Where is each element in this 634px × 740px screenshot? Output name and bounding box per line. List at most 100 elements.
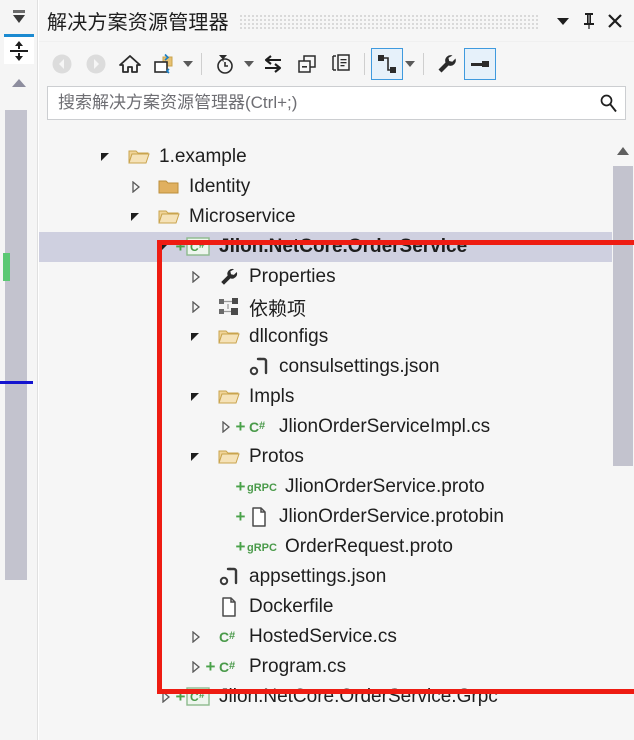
tree-expander[interactable] — [127, 172, 145, 202]
search-icon[interactable] — [597, 92, 619, 114]
split-view-button[interactable] — [4, 34, 34, 64]
chevron-expanded-icon — [101, 153, 109, 161]
tree-expander-placeholder — [217, 472, 235, 502]
scrollbar-change-marker — [3, 253, 10, 281]
json-file-icon — [219, 567, 238, 586]
tree-row[interactable]: + gRPC OrderRequest.proto — [39, 532, 612, 562]
close-button[interactable] — [602, 6, 628, 36]
chevron-down-icon — [244, 61, 254, 67]
tree-row[interactable]: + C # Jlion.NetCore.OrderService.Grpc — [39, 682, 612, 712]
tree-expander-placeholder — [217, 532, 235, 562]
folder-icon — [156, 172, 182, 202]
pending-changes-filter-button[interactable] — [208, 47, 242, 81]
preview-selected-items-button[interactable] — [464, 48, 496, 80]
search-bar[interactable] — [47, 86, 626, 120]
tree-scrollbar-thumb[interactable] — [613, 166, 633, 466]
csharp-project-icon: C # — [186, 687, 210, 706]
filter-dropdown-caret[interactable] — [242, 47, 256, 81]
chevron-collapsed-icon — [192, 661, 201, 673]
svg-text:#: # — [199, 240, 205, 251]
tree-row[interactable]: 1.example — [39, 142, 612, 172]
tree-expander[interactable] — [187, 292, 205, 322]
forward-button[interactable] — [79, 47, 113, 81]
chevron-collapsed-icon — [192, 301, 201, 313]
drag-grip[interactable] — [238, 12, 540, 29]
outer-scrollbar-thumb[interactable] — [5, 110, 27, 580]
refresh-button[interactable] — [256, 47, 290, 81]
sync-with-active-document-button[interactable] — [147, 47, 181, 81]
wrench-icon — [216, 262, 242, 292]
tree-row[interactable]: + C # Program.cs — [39, 652, 612, 682]
tree-row[interactable]: Impls — [39, 382, 612, 412]
tree-row[interactable]: Identity — [39, 172, 612, 202]
scroll-up-arrow-icon — [617, 147, 629, 155]
tree-row-label: Microservice — [189, 206, 296, 227]
tree-expander[interactable] — [187, 262, 205, 292]
back-button[interactable] — [45, 47, 79, 81]
tree-row[interactable]: Microservice — [39, 202, 612, 232]
split-vertical-icon — [10, 40, 28, 61]
chevron-collapsed-icon — [222, 421, 231, 433]
tree-row[interactable]: + JlionOrderService.protobin — [39, 502, 612, 532]
back-arrow-icon — [52, 54, 72, 74]
tree-row[interactable]: + gRPC JlionOrderService.proto — [39, 472, 612, 502]
svg-text:gRPC: gRPC — [247, 482, 277, 494]
pin-icon — [584, 12, 594, 29]
auto-hide-button[interactable] — [4, 2, 34, 32]
tree-row[interactable]: Protos — [39, 442, 612, 472]
svg-text:C: C — [190, 240, 199, 254]
chevron-expanded-icon — [191, 333, 199, 341]
tree-expander-placeholder — [217, 502, 235, 532]
home-button[interactable] — [113, 47, 147, 81]
tree-expander[interactable] — [127, 202, 145, 232]
tree-expander[interactable] — [157, 232, 175, 262]
tree-scroll-up-button[interactable] — [614, 142, 632, 160]
dependencies-icon — [216, 292, 242, 322]
dependencies-icon — [219, 298, 238, 315]
grpc-file-icon: gRPC — [247, 482, 277, 494]
show-all-files-button[interactable] — [324, 47, 358, 81]
tree-expander[interactable] — [157, 682, 175, 712]
folder-open-icon — [156, 202, 182, 232]
tree-row[interactable]: consulsettings.json — [39, 352, 612, 382]
window-menu-button[interactable] — [550, 6, 576, 36]
chevron-down-icon — [557, 17, 569, 25]
sync-dropdown-caret[interactable] — [181, 47, 195, 81]
tree-expander[interactable] — [187, 322, 205, 352]
svg-text:C: C — [219, 629, 229, 645]
toolbar-separator — [201, 53, 202, 75]
tree-expander[interactable] — [187, 652, 205, 682]
tree-scrollbar[interactable] — [612, 140, 634, 740]
tree-expander[interactable] — [187, 382, 205, 412]
solution-tree[interactable]: 1.example Identity Microservice + C # Jlion.Ne… — [39, 140, 612, 740]
tree-row[interactable]: + C # JlionOrderServiceImpl.cs — [39, 412, 612, 442]
pin-button[interactable] — [576, 6, 602, 36]
tree-row-label: HostedService.cs — [249, 626, 397, 647]
csharp-file-icon: C # — [216, 652, 242, 682]
collapse-all-button[interactable] — [290, 47, 324, 81]
tree-expander[interactable] — [217, 412, 235, 442]
scroll-up-button[interactable] — [4, 68, 34, 98]
svg-text:C: C — [219, 659, 229, 675]
tree-expander[interactable] — [97, 142, 115, 172]
tree-expander[interactable] — [187, 622, 205, 652]
search-input[interactable] — [58, 93, 597, 113]
tree-row[interactable]: appsettings.json — [39, 562, 612, 592]
tree-row[interactable]: 依赖项 — [39, 292, 612, 322]
tree-row[interactable]: + C # Jlion.NetCore.OrderService — [39, 232, 612, 262]
tree-row[interactable]: dllconfigs — [39, 322, 612, 352]
view-class-hierarchy-button[interactable] — [371, 48, 403, 80]
svg-text:#: # — [229, 660, 235, 672]
csharp-file-icon: C # — [246, 412, 272, 442]
properties-button[interactable] — [430, 47, 464, 81]
folder-open-icon — [128, 150, 150, 164]
hierarchy-dropdown-caret[interactable] — [403, 47, 417, 81]
tree-row[interactable]: C # HostedService.cs — [39, 622, 612, 652]
solution-tree-container: 1.example Identity Microservice + C # Jlion.Ne… — [39, 140, 634, 740]
svg-text:C: C — [249, 419, 259, 435]
preview-pane-icon — [471, 61, 489, 67]
tree-expander[interactable] — [187, 442, 205, 472]
tree-row[interactable]: Properties — [39, 262, 612, 292]
tree-row[interactable]: Dockerfile — [39, 592, 612, 622]
folder-icon — [158, 180, 179, 194]
